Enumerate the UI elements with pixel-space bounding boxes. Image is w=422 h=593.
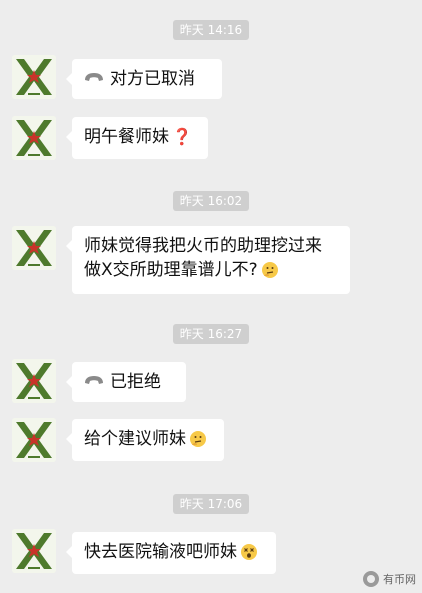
thinking-emoji-icon: [261, 262, 278, 278]
avatar[interactable]: [12, 529, 56, 573]
avatar[interactable]: [12, 418, 56, 462]
watermark: 有币网: [363, 571, 416, 587]
timestamp-label: 昨天 14:16: [172, 20, 250, 40]
message-bubble[interactable]: 已拒绝: [66, 362, 186, 402]
timestamp-label: 昨天 16:27: [172, 324, 250, 344]
watermark-label: 有币网: [383, 573, 416, 586]
timestamp: 昨天 17:06: [0, 493, 422, 514]
message-bubble[interactable]: 明午餐师妹 ❓: [66, 117, 208, 159]
message-bubble[interactable]: 师妹觉得我把火币的助理挖过来 做X交所助理靠谱儿不?: [66, 226, 350, 294]
avatar-logo-icon: [12, 359, 56, 403]
timestamp: 昨天 16:27: [0, 323, 422, 344]
message-text: 快去医院输液吧师妹: [84, 542, 237, 562]
message-text-line: 师妹觉得我把火币的助理挖过来: [84, 236, 322, 256]
message-bubble[interactable]: 快去医院输液吧师妹: [66, 532, 276, 574]
message-text: 明午餐师妹: [84, 127, 169, 147]
avatar-logo-icon: [12, 226, 56, 270]
avatar[interactable]: [12, 226, 56, 270]
message-bubble[interactable]: 对方已取消: [66, 59, 222, 99]
message-text-line: 做X交所助理靠谱儿不?: [84, 258, 338, 282]
message-bubble[interactable]: 给个建议师妹: [66, 419, 224, 461]
dizzy-face-emoji-icon: [241, 544, 257, 560]
message-text: 做X交所助理靠谱儿不?: [84, 260, 258, 280]
avatar-logo-icon: [12, 55, 56, 99]
watermark-logo-icon: [363, 571, 379, 587]
avatar-logo-icon: [12, 529, 56, 573]
message-text: 已拒绝: [110, 372, 161, 392]
avatar[interactable]: [12, 55, 56, 99]
timestamp-label: 昨天 16:02: [172, 191, 250, 211]
avatar[interactable]: [12, 116, 56, 160]
message-text: 对方已取消: [110, 69, 195, 89]
avatar-logo-icon: [12, 418, 56, 462]
thinking-emoji-icon: [190, 431, 206, 447]
timestamp-label: 昨天 17:06: [172, 494, 250, 514]
phone-hangup-icon: [85, 73, 103, 81]
red-question-icon: ❓: [172, 127, 192, 146]
phone-hangup-icon: [85, 376, 103, 384]
chat-area[interactable]: 昨天 14:16 对方已取消 明午餐师妹 ❓ 昨天 16:02 师妹觉得我把火币…: [0, 0, 422, 593]
timestamp: 昨天 14:16: [0, 19, 422, 40]
avatar[interactable]: [12, 359, 56, 403]
message-text: 给个建议师妹: [84, 429, 186, 449]
avatar-logo-icon: [12, 116, 56, 160]
timestamp: 昨天 16:02: [0, 190, 422, 211]
